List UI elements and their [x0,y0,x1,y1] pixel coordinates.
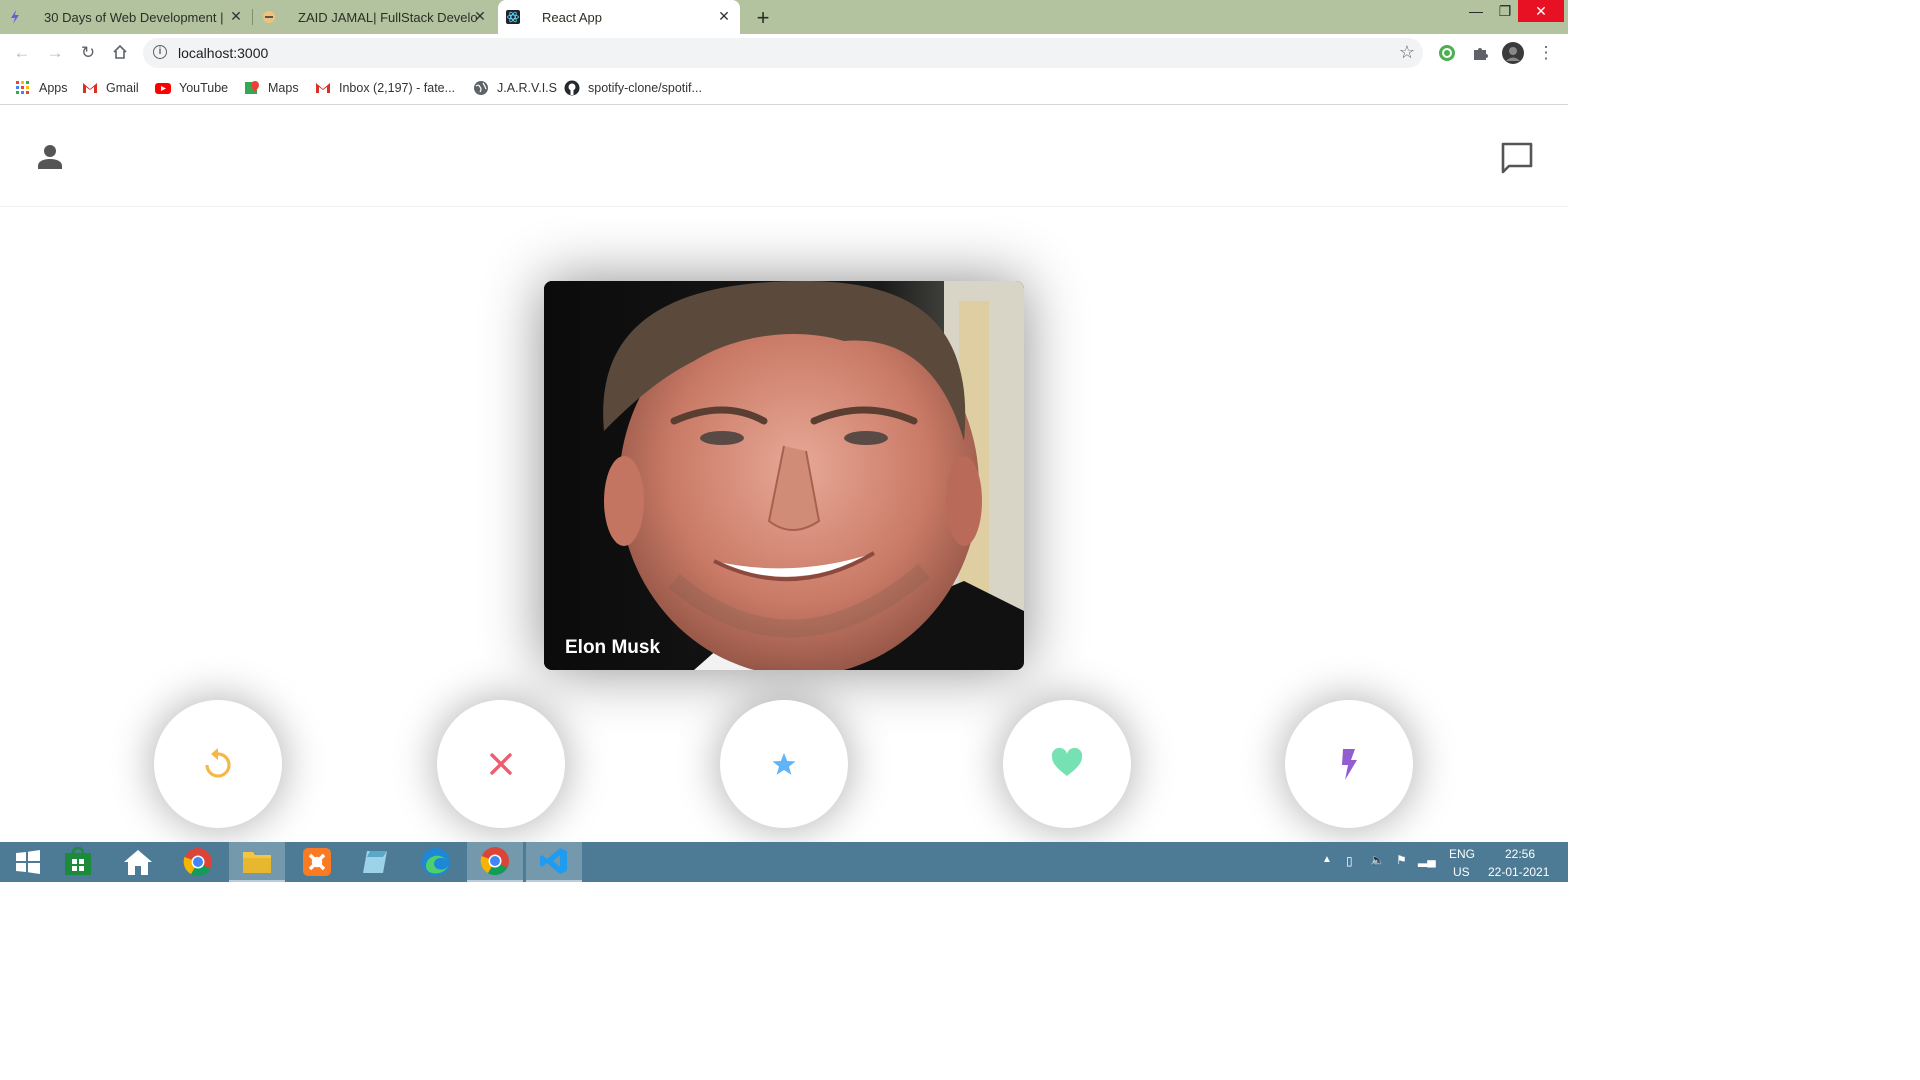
flash-button[interactable] [1285,700,1413,828]
apps-grid-icon [16,81,29,94]
tab-react-app[interactable]: React App ✕ [498,0,740,34]
minimize-icon[interactable]: — [1461,0,1491,22]
window-close-icon[interactable]: ✕ [1518,0,1564,22]
signal-icon[interactable]: ▂▄ [1418,853,1436,867]
url-text: localhost:3000 [178,45,269,61]
bookmark-label: YouTube [179,81,229,95]
battery-icon[interactable]: ▯ [1346,854,1353,868]
youtube-icon [155,83,171,94]
clock-date: 22-01-2021 [1488,865,1550,879]
tab-close-icon[interactable]: ✕ [228,8,244,25]
chrome-active-taskbar-icon[interactable] [467,842,523,882]
tab-title: 30 Days of Web Development | D [44,9,224,25]
github-icon [564,80,580,96]
edge-icon[interactable] [408,842,464,882]
bookmark-star-icon[interactable]: ☆ [1399,42,1415,63]
site-info-icon[interactable]: i [153,45,167,59]
profile-avatar-icon[interactable] [1502,42,1524,64]
bookmark-label: spotify-clone/spotif... [588,81,702,95]
tab-separator [252,9,253,25]
tab-close-icon[interactable]: ✕ [716,8,732,25]
chat-icon[interactable] [1500,141,1534,175]
tab-30-days[interactable]: 30 Days of Web Development | D ✕ [0,0,253,34]
home-folder-icon[interactable] [110,842,166,882]
restore-icon[interactable]: ❐ [1490,0,1520,22]
bookmark-label: Apps [39,81,68,95]
tab-close-icon[interactable]: ✕ [472,8,488,25]
person-icon[interactable] [36,143,64,171]
app-header [0,105,1568,207]
star-icon [772,753,796,775]
flash-icon [1342,749,1357,780]
browser-toolbar: ← → ↻ i localhost:3000 ☆ ⋮ [0,34,1568,72]
bookmark-spotify-clone[interactable]: spotify-clone/spotif... [564,78,702,98]
more-menu-icon[interactable]: ⋮ [1535,43,1557,65]
back-arrow-icon[interactable]: ← [11,43,33,65]
bookmark-apps[interactable]: Apps [15,78,68,98]
close-button[interactable] [437,700,565,828]
start-windows-icon[interactable] [0,842,56,882]
chrome-taskbar-icon[interactable] [170,842,226,882]
lightning-favicon-icon [11,10,19,24]
tray-overflow-chevron-icon[interactable]: ▲ [1322,854,1332,865]
bookmark-label: Inbox (2,197) - fate... [339,81,456,95]
bookmark-inbox[interactable]: Inbox (2,197) - fate... [315,78,455,98]
bookmark-youtube[interactable]: YouTube [155,78,228,98]
replay-icon [205,748,231,778]
address-bar[interactable]: i localhost:3000 ☆ [143,38,1423,68]
tab-title: React App [542,9,602,25]
reload-icon[interactable]: ↻ [77,43,99,65]
profile-name: Elon Musk [565,637,661,658]
profile-card[interactable]: Elon Musk [544,281,1024,670]
globe-icon [474,81,488,95]
profile-photo [544,281,1024,670]
language-code: ENG [1449,847,1476,861]
bookmark-label: Maps [268,81,299,95]
avatar-favicon-icon [263,11,275,23]
star-button[interactable] [720,700,848,828]
maps-pin-icon [245,81,259,94]
forward-arrow-icon[interactable]: → [44,43,66,65]
volume-icon[interactable]: 🔈 [1370,853,1385,867]
file-explorer-icon[interactable] [229,842,285,882]
bookmark-maps[interactable]: Maps [244,78,299,98]
bookmark-label: Gmail [106,81,139,95]
close-icon [490,753,512,775]
keyboard-layout: US [1453,865,1470,879]
gmail-icon [83,83,97,93]
favorite-button[interactable] [1003,700,1131,828]
language-indicator[interactable]: ENG US [1449,842,1489,882]
repeat-button[interactable] [154,700,282,828]
vscode-icon[interactable] [526,842,582,882]
gmail-icon [316,83,330,93]
store-icon[interactable] [50,842,106,882]
extensions-puzzle-icon[interactable] [1470,43,1490,63]
xampp-icon[interactable] [289,842,345,882]
windows-taskbar: ▲ ▯ 🔈 ⚑ ▂▄ ENG US 22:56 22-01-2021 [0,842,1568,882]
bookmark-label: J.A.R.V.I.S [497,81,557,95]
tab-title: ZAID JAMAL| FullStack Developer [298,9,478,25]
clock-time: 22:56 [1505,847,1536,861]
home-icon[interactable] [109,43,131,65]
bookmarks-bar: Apps Gmail YouTube Maps Inbox (2,197) - … [0,72,1568,105]
react-favicon-icon [506,10,520,24]
bookmark-gmail[interactable]: Gmail [82,78,139,98]
notepad-icon[interactable] [348,842,404,882]
network-disconnected-icon[interactable]: ⚑ [1396,853,1407,867]
heart-icon [1051,747,1083,776]
bookmark-jarvis[interactable]: J.A.R.V.I.S [473,78,557,98]
clock[interactable]: 22:56 22-01-2021 [1488,842,1558,882]
tab-zaid-jamal[interactable]: ZAID JAMAL| FullStack Developer ✕ [254,0,496,34]
extension-green-icon[interactable] [1437,43,1457,63]
new-tab-icon[interactable]: + [753,5,773,31]
browser-tab-strip: 30 Days of Web Development | D ✕ ZAID JA… [0,0,1568,34]
